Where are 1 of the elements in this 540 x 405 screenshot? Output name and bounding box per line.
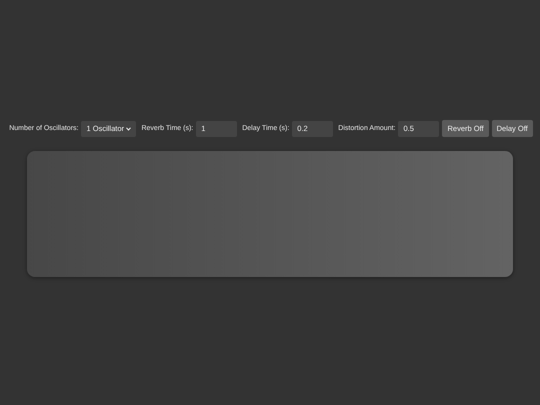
chevron-down-icon: [126, 126, 132, 130]
